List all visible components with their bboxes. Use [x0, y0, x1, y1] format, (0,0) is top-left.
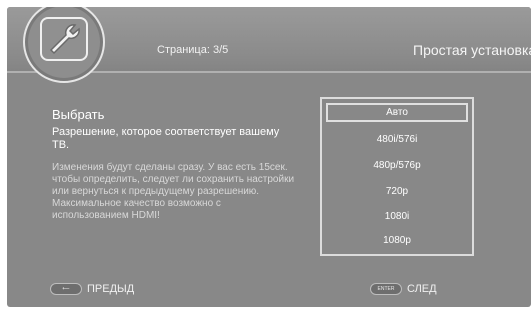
- option-1080i[interactable]: 1080i: [326, 207, 468, 226]
- wrench-icon: [40, 17, 88, 61]
- option-720p[interactable]: 720p: [326, 182, 468, 201]
- option-480p-576p[interactable]: 480p/576p: [326, 156, 468, 175]
- next-control[interactable]: ENTER СЛЕД: [370, 283, 437, 295]
- option-480i-576i[interactable]: 480i/576i: [326, 130, 468, 149]
- prev-control[interactable]: ⟵ ПРЕДЫД: [50, 283, 134, 295]
- prev-label: ПРЕДЫД: [87, 283, 135, 295]
- next-label: СЛЕД: [407, 283, 437, 295]
- enter-button-icon[interactable]: ENTER: [370, 283, 402, 295]
- return-button-icon[interactable]: ⟵: [50, 283, 82, 295]
- select-note: Изменения будут сделаны сразу. У вас ест…: [52, 162, 295, 221]
- select-description: Разрешение, которое соответствует вашему…: [52, 126, 280, 151]
- resolution-options-list: Авто 480i/576i 480p/576p 720p 1080i 1080…: [320, 97, 474, 256]
- screen-title: Простая установка: [413, 42, 531, 58]
- option-1080p[interactable]: 1080p: [326, 231, 468, 250]
- setup-screen: Страница: 3/5 Простая установка Выбрать …: [7, 7, 531, 307]
- page-indicator: Страница: 3/5: [157, 44, 229, 56]
- option-auto[interactable]: Авто: [326, 103, 468, 122]
- select-heading: Выбрать: [52, 107, 105, 122]
